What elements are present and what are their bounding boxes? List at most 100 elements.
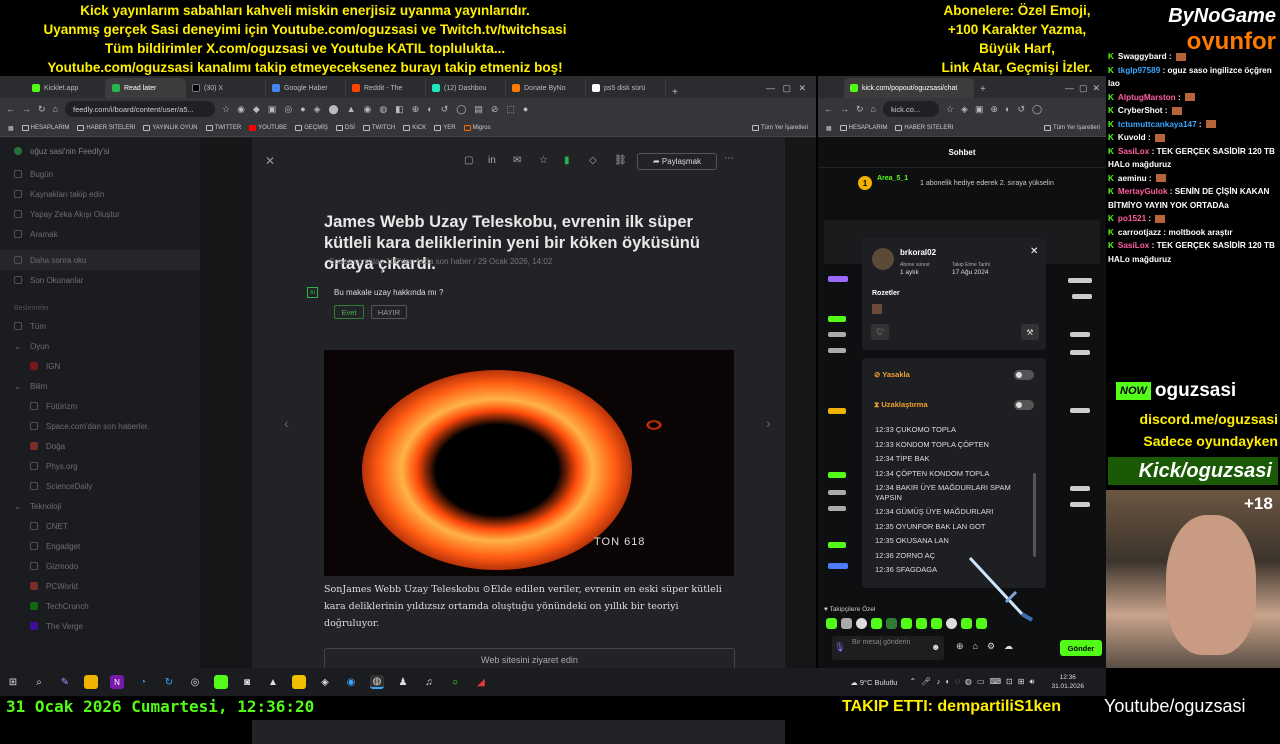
edge-icon[interactable]: ◔ [136,675,150,689]
close-icon[interactable]: ✕ [265,154,275,168]
chat-url-input[interactable]: kick.co... [882,101,939,117]
bookmark-folder[interactable]: HESAPLARIM [839,125,887,131]
tab-reddit[interactable]: Reddit - The [346,78,426,98]
kick-app-icon[interactable] [214,675,228,689]
timeout-toggle[interactable] [1014,400,1034,410]
mail-icon[interactable]: ✉ [513,155,521,166]
ring-icon[interactable]: ○ [448,675,462,689]
scrollbar[interactable] [1033,473,1036,557]
emote-icon[interactable] [916,618,927,629]
feed-techcrunch[interactable]: TechCrunch [0,596,200,616]
next-arrow-icon[interactable]: › [766,415,771,431]
all-bookmarks[interactable]: Tüm Yer İşaretleri [751,125,808,131]
no-button[interactable]: HAYIR [371,305,407,319]
bookmark-dsi[interactable]: DSİ [335,125,355,131]
emote-icon[interactable] [886,618,897,629]
audio-app-icon[interactable]: ♫ [422,675,436,689]
back-icon[interactable]: ← [824,104,833,114]
steam-icon[interactable]: ◎ [188,675,202,689]
feed-ign[interactable]: IGN [0,356,200,376]
emote-icon[interactable] [946,618,957,629]
chrome-icon[interactable]: ◍ [370,675,384,689]
url-input[interactable]: feedly.com/i/board/content/user/a5... [64,101,215,117]
feed-physorg[interactable]: Phys.org [0,456,200,476]
obs-icon[interactable]: ▲ [266,675,280,689]
bookmark-folder[interactable]: HABER SITELERI [77,125,135,131]
tab-dashboard[interactable]: (12) Dashbou [426,78,506,98]
ban-toggle[interactable] [1014,370,1034,380]
message-input[interactable]: Bir mesaj gönderin [832,636,944,660]
tab-google-news[interactable]: Google Haber [266,78,346,98]
bookmark-icon[interactable]: ▮ [564,155,570,166]
tab-x[interactable]: (30) X [186,78,266,98]
menu-recently-read[interactable]: Son Okunanlar [0,270,200,290]
feed-gizmodo[interactable]: Gizmodo [0,556,200,576]
feedly-user[interactable]: oğuz sasi'nin Feedly'si [0,138,200,164]
emote-icon[interactable] [826,618,837,629]
emote-icon[interactable] [901,618,912,629]
tab-donate[interactable]: Donate ByNo [506,78,586,98]
emote-icon[interactable] [931,618,942,629]
more-icon[interactable]: ⋯ [724,153,734,164]
feed-sciencedaily[interactable]: ScienceDaily [0,476,200,496]
tray-icons[interactable]: ⌃🎤︎♪◐◌◍▭⌨⊡⊞🔊︎ [909,677,1039,687]
weather-widget[interactable]: ☁ 9°C Bulutlu [850,678,897,687]
bookmark-folder[interactable]: TWITTER [205,125,241,131]
forward-icon[interactable]: → [22,104,31,114]
linkedin-icon[interactable]: in [488,155,496,166]
chat-tool-icons[interactable]: ⊕⌂⚙☁ [956,641,1022,652]
feed-engadget[interactable]: Engadget [0,536,200,556]
network-icon[interactable]: ◉ [344,675,358,689]
bookmark-kick[interactable]: KICK [403,125,426,131]
extension-icons[interactable]: ◉◆▣◎●◈⬤▲◉◍◧⊕◐↺◯▤⊘⬚● [237,104,536,115]
windows-start-icon[interactable]: ⊞ [6,675,20,689]
feed-group-oyun[interactable]: ⌄ Oyun [0,336,200,356]
heart-button[interactable]: ♡ [871,324,889,340]
tab-read-later[interactable]: Read later [106,78,186,98]
app-icon[interactable]: ◈ [318,675,332,689]
yes-button[interactable]: Evet [334,305,364,319]
tab-kick-chat[interactable]: kick.com/popout/oguzsasi/chat [844,78,974,98]
window-controls[interactable]: — ▢ ✕ [756,83,816,98]
home-icon[interactable]: ⌂ [871,104,876,114]
home-icon[interactable]: ⌂ [53,104,58,114]
feed-futurism[interactable]: Fütürizm [0,396,200,416]
feather-icon[interactable]: ✎ [58,675,72,689]
bookmark-folder[interactable]: YAYINLIK OYUN [143,125,198,131]
sync-icon[interactable]: ↻ [162,675,176,689]
file-explorer-icon[interactable] [84,675,98,689]
emote-icon[interactable] [841,618,852,629]
bookmark-history[interactable]: GEÇMİŞ [295,125,328,131]
gift-user[interactable]: Area_5_1 [877,175,908,182]
search-icon[interactable]: ⌕ [32,675,46,689]
star-icon[interactable]: ☆ [539,155,548,166]
emote-icon[interactable] [871,618,882,629]
feed-theverge[interactable]: The Verge [0,616,200,636]
bookmark-folder[interactable]: HESAPLARIM [21,125,69,131]
feed-space[interactable]: Space.com'dan son haberler. [0,416,200,436]
sticky-icon[interactable] [292,675,306,689]
new-tab-icon[interactable]: + [672,87,678,98]
emoji-icon[interactable]: ☻ [931,642,940,652]
back-icon[interactable]: ← [6,104,15,114]
popup-username[interactable]: brkoral02 [900,248,936,257]
twitch-share-icon[interactable]: ▢ [464,155,473,166]
game-icon[interactable]: ◢ [474,675,488,689]
previous-arrow-icon[interactable]: ‹ [284,415,289,431]
all-bookmarks[interactable]: Tüm Yer İşaretleri [1043,125,1100,131]
star-icon[interactable]: ☆ [222,104,230,115]
apps-icon[interactable]: ▦ [8,125,14,132]
bookmark-twitch[interactable]: TWITCH [362,125,395,131]
window-controls[interactable]: — ▢ ✕ [1059,83,1106,98]
emote-icon[interactable] [856,618,867,629]
menu-follow-sources[interactable]: Kaynakları takip edin [0,184,200,204]
menu-search[interactable]: Aramak [0,224,200,244]
reload-icon[interactable]: ↻ [38,104,46,115]
send-button[interactable]: Gönder [1060,640,1102,656]
tab-ps5[interactable]: ps5 disk sürü [586,78,666,98]
feed-group-teknoloji[interactable]: ⌄ Teknoloji [0,496,200,516]
camera-icon[interactable]: ◙ [240,675,254,689]
extension-icons[interactable]: ☆◈▣⊕◐↺◯ [946,104,1049,115]
forward-icon[interactable]: → [840,104,849,114]
share-button[interactable]: ➦ Paylaşmak [637,153,717,170]
